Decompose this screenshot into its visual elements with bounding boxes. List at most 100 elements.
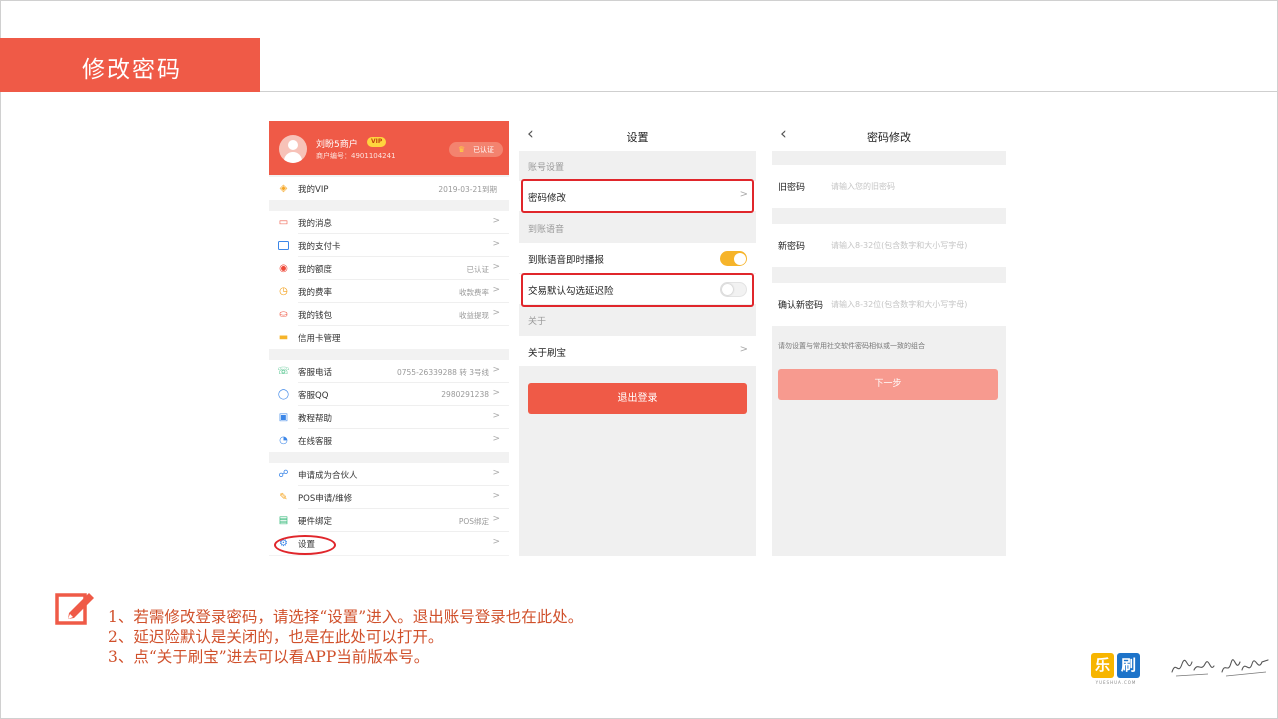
voice-broadcast-item: 到账语音即时播报 xyxy=(519,243,756,273)
row-my-rate[interactable]: ◷ 我的费率 收款费率 > xyxy=(269,280,509,303)
verified-badge[interactable]: ♛ 已认证 xyxy=(449,142,503,157)
row-label: 在线客服 xyxy=(298,437,333,447)
avatar[interactable] xyxy=(279,135,307,163)
confirm-password-label: 确认新密码 xyxy=(778,301,824,311)
logo-site: YUESHUA.COM xyxy=(1095,680,1137,685)
note-edit-icon xyxy=(55,593,94,625)
confirm-password-row: 确认新密码 请输入8-32位(包含数字和大小写字母) xyxy=(772,283,1006,326)
row-label: 教程帮助 xyxy=(298,414,333,424)
row-online-service[interactable]: ◔ 在线客服 > xyxy=(269,429,509,452)
about-item[interactable]: 关于刷宝 > xyxy=(519,336,756,366)
row-value: 2980291238 xyxy=(441,390,489,399)
logo-char-2: 刷 xyxy=(1117,653,1140,678)
row-label: 我的VIP xyxy=(298,185,329,195)
partner-icon: ☍ xyxy=(278,469,289,480)
row-my-payment-card[interactable]: 我的支付卡 > xyxy=(269,234,509,257)
chevron-right-icon: > xyxy=(492,262,500,272)
note-line-1: 1、若需修改登录密码，请选择“设置”进入。退出账号登录也在此处。 xyxy=(108,608,584,626)
section-about: 关于 xyxy=(528,317,547,327)
chevron-right-icon: > xyxy=(492,308,500,318)
logo-char-1: 乐 xyxy=(1091,653,1114,678)
chevron-right-icon: > xyxy=(492,468,500,478)
tutorial-icon: ▣ xyxy=(278,412,289,423)
row-label: 到账语音即时播报 xyxy=(528,255,605,266)
row-label: 我的费率 xyxy=(298,288,333,298)
row-label: 我的额度 xyxy=(298,265,333,275)
old-password-input[interactable]: 请输入您的旧密码 xyxy=(831,181,895,192)
chevron-right-icon: > xyxy=(492,239,500,249)
chevron-right-icon: > xyxy=(492,514,500,524)
headset-icon: ◔ xyxy=(279,435,288,446)
card-icon xyxy=(277,239,290,252)
chevron-right-icon: > xyxy=(492,411,500,421)
chevron-right-icon: > xyxy=(492,388,500,398)
profile-screen: 刘盼5商户 VIP 商户编号：4901104241 ♛ 已认证 ◈ 我的VIP … xyxy=(269,121,509,556)
profile-header: 刘盼5商户 VIP 商户编号：4901104241 ♛ 已认证 xyxy=(269,121,509,175)
rate-icon: ◷ xyxy=(279,286,288,297)
quota-icon: ◉ xyxy=(279,263,288,274)
chevron-right-icon: > xyxy=(492,285,500,295)
row-pos-apply-repair[interactable]: ✎ POS申请/维修 > xyxy=(269,486,509,509)
row-tutorial-help[interactable]: ▣ 教程帮助 > xyxy=(269,406,509,429)
row-customer-phone[interactable]: ☏ 客服电话 0755-26339288 转 3号线 > xyxy=(269,360,509,383)
row-value: 收益提现 xyxy=(459,311,489,320)
settings-screen: ‹ 设置 账号设置 密码修改 > 到账语音 到账语音即时播报 交易默认勾选延迟险… xyxy=(519,121,756,556)
merchant-number: 商户编号：4901104241 xyxy=(316,152,396,160)
voice-broadcast-toggle[interactable] xyxy=(720,251,747,266)
row-apply-partner[interactable]: ☍ 申请成为合伙人 > xyxy=(269,463,509,486)
row-my-vip[interactable]: ◈ 我的VIP 2019-03-21到期 xyxy=(269,177,509,200)
chevron-right-icon: > xyxy=(739,344,748,355)
row-credit-card-management[interactable]: ▬ 信用卡管理 xyxy=(269,326,509,349)
new-password-label: 新密码 xyxy=(778,242,806,252)
delay-insurance-highlight xyxy=(521,273,754,307)
row-value: 0755-26339288 转 3号线 xyxy=(396,368,489,377)
settings-nav: ‹ 设置 xyxy=(519,121,756,151)
diamond-icon: ◈ xyxy=(279,183,288,194)
section-voice: 到账语音 xyxy=(528,225,565,235)
note-line-3: 3、点“关于刷宝”进去可以看APP当前版本号。 xyxy=(108,648,430,666)
chevron-right-icon: > xyxy=(492,491,500,501)
row-label: 申请成为合伙人 xyxy=(298,471,358,481)
vip-badge: VIP xyxy=(367,137,387,147)
row-hardware-binding[interactable]: ▤ 硬件绑定 POS绑定 > xyxy=(269,509,509,532)
row-value: 2019-03-21到期 xyxy=(438,185,497,194)
slide-title: 修改密码 xyxy=(82,57,182,83)
row-label: 硬件绑定 xyxy=(298,517,333,527)
row-label: 我的支付卡 xyxy=(298,242,341,252)
row-label: POS申请/维修 xyxy=(298,494,353,504)
chevron-right-icon: > xyxy=(492,365,500,375)
row-my-wallet[interactable]: ⛀ 我的钱包 收益提现 > xyxy=(269,303,509,326)
chevron-right-icon: > xyxy=(492,434,500,444)
password-hint: 请勿设置与常用社交软件密码相似或一致的组合 xyxy=(778,342,925,350)
pos-icon: ✎ xyxy=(279,492,288,503)
password-title: 密码修改 xyxy=(867,131,911,144)
row-label: 我的钱包 xyxy=(298,311,333,321)
slide-title-bar: 修改密码 xyxy=(0,38,260,92)
verified-label: 已认证 xyxy=(473,146,494,154)
qq-icon: ◯ xyxy=(277,389,290,400)
section-account-settings: 账号设置 xyxy=(528,163,565,173)
note-line-2: 2、延迟险默认是关闭的，也是在此处可以打开。 xyxy=(108,628,444,646)
settings-title: 设置 xyxy=(626,131,649,144)
row-value: POS绑定 xyxy=(458,517,489,526)
yueshua-logo: 乐 刷 YUESHUA.COM xyxy=(1091,653,1141,687)
confirm-password-input[interactable]: 请输入8-32位(包含数字和大小写字母) xyxy=(831,299,967,310)
wallet-icon: ⛀ xyxy=(279,309,288,320)
password-change-screen: ‹ 密码修改 旧密码 请输入您的旧密码 新密码 请输入8-32位(包含数字和大小… xyxy=(772,121,1006,556)
password-change-highlight xyxy=(521,179,754,213)
row-label: 关于刷宝 xyxy=(528,348,567,359)
logout-button[interactable]: 退出登录 xyxy=(528,383,747,414)
next-step-button[interactable]: 下一步 xyxy=(778,369,998,400)
new-password-input[interactable]: 请输入8-32位(包含数字和大小写字母) xyxy=(831,240,967,251)
row-customer-qq[interactable]: ◯ 客服QQ 2980291238 > xyxy=(269,383,509,406)
notes-block: 1、若需修改登录密码，请选择“设置”进入。退出账号登录也在此处。 2、延迟险默认… xyxy=(108,607,583,667)
row-value: 已认证 xyxy=(466,265,490,274)
settings-highlight xyxy=(274,535,336,555)
user-name: 刘盼5商户 xyxy=(316,140,358,150)
row-my-quota[interactable]: ◉ 我的额度 已认证 > xyxy=(269,257,509,280)
title-divider xyxy=(260,91,1277,92)
row-label: 信用卡管理 xyxy=(298,334,341,344)
row-my-messages[interactable]: ▭ 我的消息 > xyxy=(269,211,509,234)
row-value: 收款费率 xyxy=(459,288,489,297)
phone-icon: ☏ xyxy=(277,366,290,377)
